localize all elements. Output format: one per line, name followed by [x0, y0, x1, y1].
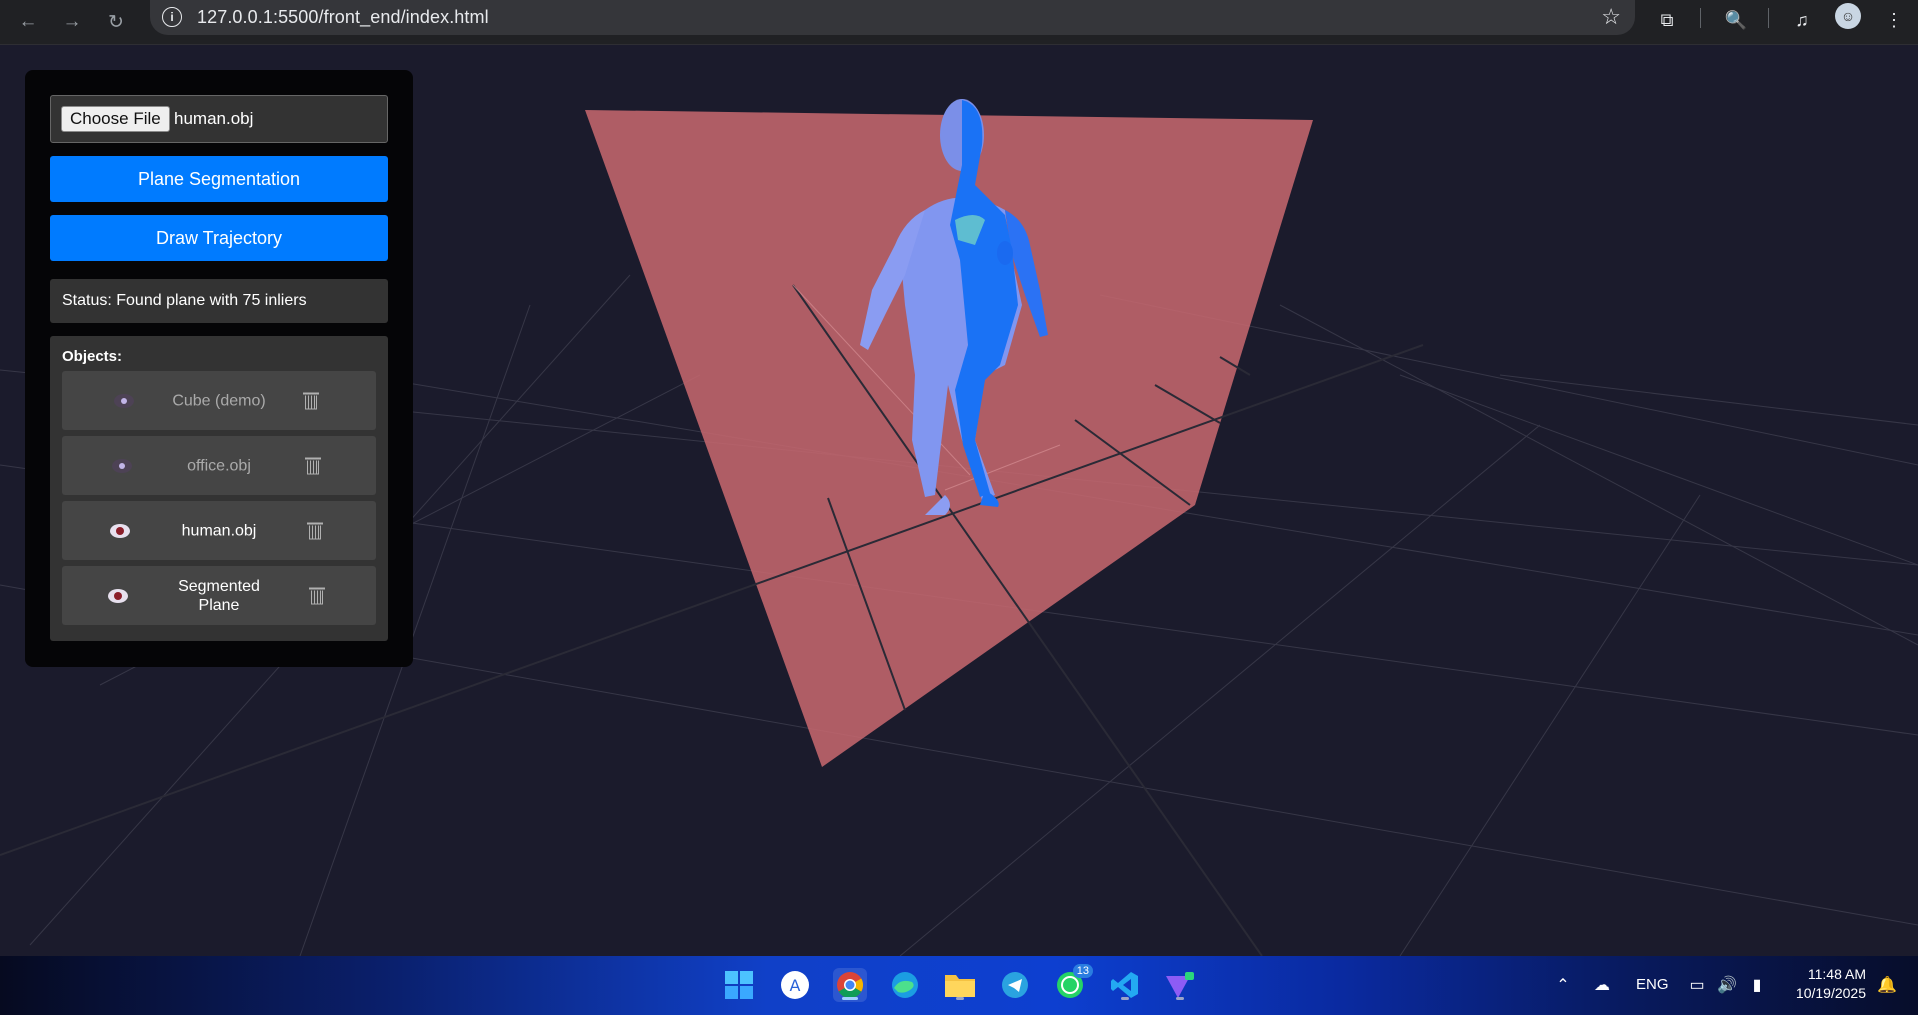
- url-text: 127.0.0.1:5500/front_end/index.html: [197, 7, 489, 27]
- language-indicator[interactable]: ENG: [1636, 976, 1669, 993]
- visibility-toggle-icon[interactable]: [112, 458, 132, 473]
- battery-icon[interactable]: ▮: [1740, 968, 1774, 1002]
- media-control-icon[interactable]: ♫: [1788, 6, 1816, 34]
- object-name: human.obj: [181, 522, 257, 539]
- choose-file-button[interactable]: Choose File: [61, 106, 170, 132]
- clock-time: 11:48 AM: [1807, 966, 1866, 982]
- menu-icon[interactable]: ⋮: [1880, 6, 1908, 34]
- taskbar: A 13 ⌃ ☁ ENG ▭ 🔊 ▮ 11:48 AM 10/19/2025 🔔: [0, 956, 1918, 1015]
- network-icon[interactable]: ▭: [1680, 968, 1714, 1002]
- whatsapp-icon[interactable]: 13: [1053, 964, 1093, 1002]
- forward-icon[interactable]: →: [58, 8, 86, 36]
- objects-title: Objects:: [62, 348, 123, 365]
- volume-icon[interactable]: 🔊: [1710, 968, 1744, 1002]
- visibility-toggle-icon[interactable]: [110, 523, 130, 538]
- onedrive-icon[interactable]: ☁: [1585, 968, 1619, 1002]
- notification-badge: 13: [1072, 964, 1093, 978]
- draw-trajectory-button[interactable]: Draw Trajectory: [50, 215, 388, 261]
- chevron-up-icon[interactable]: ⌃: [1546, 968, 1580, 1002]
- object-name: Segmented Plane: [178, 577, 260, 614]
- status-text: Status: Found plane with 75 inliers: [50, 279, 388, 323]
- trash-icon[interactable]: [309, 586, 325, 605]
- trash-icon[interactable]: [305, 456, 321, 475]
- object-name: Cube (demo): [172, 392, 266, 409]
- plane-segmentation-button[interactable]: Plane Segmentation: [50, 156, 388, 202]
- svg-text:A: A: [790, 976, 801, 995]
- back-icon[interactable]: ←: [14, 8, 42, 36]
- object-name: office.obj: [187, 457, 251, 474]
- address-bar[interactable]: i 127.0.0.1:5500/front_end/index.html ☆: [150, 0, 1635, 35]
- notifications-icon[interactable]: 🔔: [1870, 968, 1904, 1002]
- vpn-icon[interactable]: [1163, 968, 1197, 1002]
- visibility-toggle-icon[interactable]: [108, 588, 128, 603]
- windows-start-icon[interactable]: [722, 968, 756, 1002]
- list-item: human.obj: [62, 501, 376, 560]
- site-info-icon[interactable]: i: [162, 7, 182, 27]
- three-d-viewport[interactable]: Choose File human.obj Plane Segmentation…: [0, 45, 1918, 956]
- toolbar-divider: [1700, 8, 1701, 28]
- list-item: Cube (demo): [62, 371, 376, 430]
- selected-file-name: human.obj: [174, 109, 254, 128]
- vscode-icon[interactable]: [1108, 968, 1142, 1002]
- file-input[interactable]: Choose File human.obj: [50, 95, 388, 143]
- toolbar-divider: [1768, 8, 1769, 28]
- bookmark-star-icon[interactable]: ☆: [1601, 4, 1621, 30]
- reload-icon[interactable]: ↻: [102, 8, 130, 36]
- objects-list: Objects: Cube (demo) office.obj human.ob…: [50, 336, 388, 641]
- search-tab-icon[interactable]: 🔍: [1722, 6, 1750, 34]
- trash-icon[interactable]: [307, 521, 323, 540]
- extensions-icon[interactable]: ⧉: [1653, 6, 1681, 34]
- telegram-icon[interactable]: [998, 968, 1032, 1002]
- browser-toolbar: ← → ↻ i 127.0.0.1:5500/front_end/index.h…: [0, 0, 1918, 45]
- clock-date: 10/19/2025: [1795, 985, 1866, 1001]
- app-store-icon[interactable]: A: [778, 968, 812, 1002]
- profile-avatar[interactable]: ☺: [1835, 3, 1861, 29]
- trash-icon[interactable]: [303, 391, 319, 410]
- list-item: Segmented Plane: [62, 566, 376, 625]
- list-item: office.obj: [62, 436, 376, 495]
- control-panel: Choose File human.obj Plane Segmentation…: [25, 70, 413, 667]
- edge-icon[interactable]: [888, 968, 922, 1002]
- file-explorer-icon[interactable]: [943, 968, 977, 1002]
- visibility-toggle-icon[interactable]: [114, 393, 134, 408]
- system-clock[interactable]: 11:48 AM 10/19/2025: [1796, 965, 1866, 1003]
- chrome-icon[interactable]: [833, 968, 867, 1002]
